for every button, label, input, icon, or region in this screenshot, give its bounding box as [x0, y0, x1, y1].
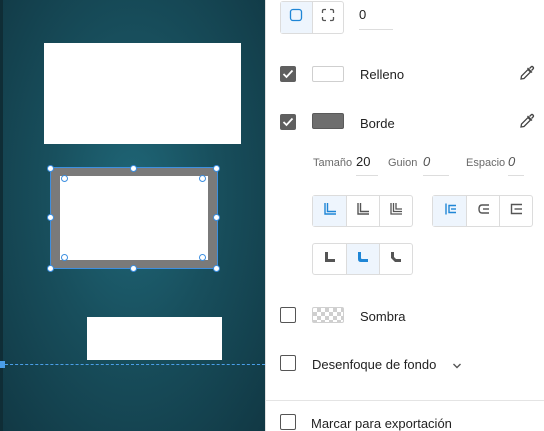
rectangle-bottom[interactable]	[87, 317, 222, 360]
shadow-checkbox[interactable]	[280, 307, 296, 323]
border-size-label: Tamaño	[313, 157, 353, 169]
uniform-corner-icon	[289, 8, 303, 27]
border-gap-label: Espacio	[466, 157, 506, 169]
stroke-center-button[interactable]	[466, 196, 499, 226]
section-divider	[266, 400, 544, 401]
fill-checkbox[interactable]	[280, 66, 296, 82]
corner-style-group	[312, 243, 413, 275]
stroke-inside-button[interactable]	[433, 196, 466, 226]
resize-handle-top[interactable]	[130, 165, 137, 172]
corner-radius-handle-bottom-right[interactable]	[199, 254, 206, 261]
resize-handle-left[interactable]	[47, 214, 54, 221]
rectangle-top[interactable]	[44, 43, 241, 144]
border-dash-input[interactable]: 0	[423, 154, 449, 176]
border-size-input[interactable]: 20	[356, 154, 378, 176]
bevel-join-button[interactable]	[379, 196, 412, 226]
bevel-join-icon	[389, 202, 403, 221]
stroke-join-group	[312, 195, 413, 227]
stroke-center-icon	[476, 202, 490, 221]
round-corner-icon	[356, 250, 370, 269]
background-blur-checkbox[interactable]	[280, 355, 296, 371]
guide-marker[interactable]	[0, 361, 5, 368]
stroke-outside-button[interactable]	[499, 196, 532, 226]
stroke-align-group	[432, 195, 533, 227]
background-blur-label: Desenfoque de fondo	[312, 357, 437, 372]
selection-outline	[50, 167, 218, 269]
stroke-inside-icon	[443, 202, 457, 221]
resize-handle-right[interactable]	[213, 214, 220, 221]
resize-handle-top-right[interactable]	[213, 165, 220, 172]
properties-panel: 0 Relleno Borde Tamaño 20 Guion 0 Espaci…	[265, 0, 544, 431]
border-gap-input[interactable]: 0	[508, 154, 524, 176]
square-corner-button[interactable]	[313, 244, 346, 274]
resize-handle-top-left[interactable]	[47, 165, 54, 172]
border-dash-label: Guion	[388, 157, 418, 169]
border-eyedropper-icon[interactable]	[518, 112, 536, 135]
shadow-row: Sombra	[280, 303, 538, 327]
stroke-outside-icon	[509, 202, 523, 221]
fill-eyedropper-icon[interactable]	[518, 64, 536, 87]
corner-radius-handle-bottom-left[interactable]	[61, 254, 68, 261]
fill-color-swatch[interactable]	[312, 66, 344, 82]
fill-label: Relleno	[360, 67, 405, 82]
resize-handle-bottom-left[interactable]	[47, 265, 54, 272]
shadow-color-swatch[interactable]	[312, 307, 344, 323]
guide-line[interactable]	[0, 364, 265, 365]
corner-radius-input[interactable]: 0	[359, 4, 393, 30]
shadow-label: Sombra	[360, 309, 406, 324]
design-canvas[interactable]	[0, 0, 265, 431]
round-join-button[interactable]	[346, 196, 379, 226]
miter-join-icon	[323, 202, 337, 221]
fill-row: Relleno	[280, 62, 538, 86]
independent-corners-button[interactable]	[311, 2, 343, 33]
export-checkbox[interactable]	[280, 414, 296, 430]
border-checkbox[interactable]	[280, 114, 296, 130]
bevel-corner-button[interactable]	[379, 244, 412, 274]
border-row: Borde	[280, 110, 538, 134]
corner-radius-handle-top-right[interactable]	[199, 175, 206, 182]
independent-corners-icon	[321, 8, 335, 27]
border-color-swatch[interactable]	[312, 113, 344, 129]
export-label: Marcar para exportación	[311, 416, 452, 431]
miter-join-button[interactable]	[313, 196, 346, 226]
chevron-down-icon[interactable]	[452, 358, 462, 376]
uniform-corners-button[interactable]	[281, 2, 312, 33]
round-corner-button[interactable]	[346, 244, 379, 274]
export-row: Marcar para exportación	[280, 410, 538, 431]
border-label: Borde	[360, 116, 395, 131]
corner-mode-toggle	[280, 1, 344, 34]
resize-handle-bottom[interactable]	[130, 265, 137, 272]
border-options: Tamaño 20 Guion 0 Espacio 0	[313, 154, 538, 176]
background-blur-row: Desenfoque de fondo	[280, 351, 538, 375]
corner-radius-handle-top-left[interactable]	[61, 175, 68, 182]
round-join-icon	[356, 202, 370, 221]
bevel-corner-icon	[389, 250, 403, 269]
resize-handle-bottom-right[interactable]	[213, 265, 220, 272]
square-corner-icon	[323, 250, 337, 269]
